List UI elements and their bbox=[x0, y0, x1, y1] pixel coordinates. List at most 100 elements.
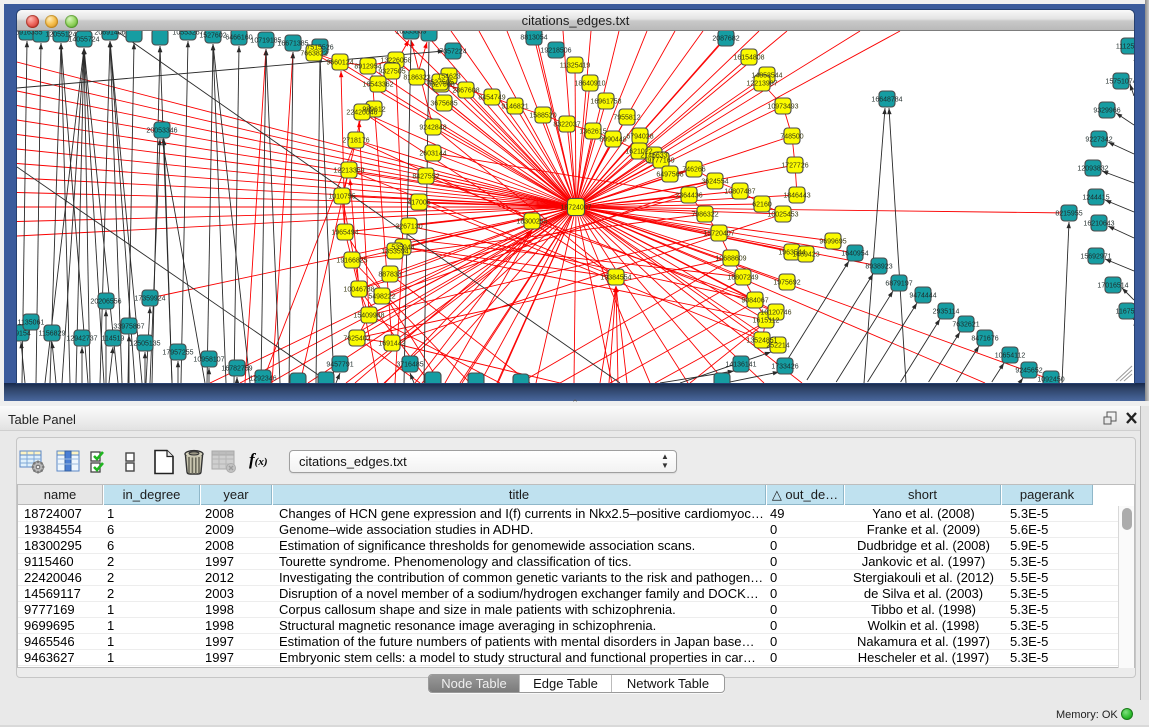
svg-text:2364436: 2364436 bbox=[675, 193, 702, 200]
svg-text:16782759: 16782759 bbox=[221, 366, 252, 373]
svg-text:5498222: 5498222 bbox=[368, 294, 395, 301]
svg-text:9699695: 9699695 bbox=[819, 239, 846, 246]
svg-text:1965494: 1965494 bbox=[331, 230, 358, 237]
svg-text:12213369: 12213369 bbox=[333, 168, 364, 175]
svg-text:16543362: 16543362 bbox=[362, 82, 393, 89]
svg-text:13226058: 13226058 bbox=[380, 58, 411, 65]
svg-text:16210643: 16210643 bbox=[1083, 221, 1114, 228]
svg-text:8427552: 8427552 bbox=[412, 174, 439, 181]
svg-text:9242848: 9242848 bbox=[419, 125, 446, 132]
svg-text:7632621: 7632621 bbox=[952, 322, 979, 329]
svg-text:1362615: 1362615 bbox=[579, 129, 606, 136]
svg-text:10958107: 10958107 bbox=[193, 357, 224, 364]
svg-text:8471676: 8471676 bbox=[971, 336, 998, 343]
svg-text:1727726: 1727726 bbox=[781, 163, 808, 170]
svg-text:1733426: 1733426 bbox=[771, 364, 798, 371]
svg-text:1092450: 1092450 bbox=[1037, 377, 1064, 384]
svg-text:22420046: 22420046 bbox=[346, 110, 377, 117]
svg-text:417006: 417006 bbox=[407, 200, 430, 207]
svg-text:8813054: 8813054 bbox=[520, 35, 547, 42]
svg-text:8215955: 8215955 bbox=[1055, 211, 1082, 218]
svg-text:1353594: 1353594 bbox=[381, 249, 408, 256]
svg-text:17016514: 17016514 bbox=[1097, 283, 1128, 290]
svg-text:16961758: 16961758 bbox=[590, 99, 621, 106]
svg-text:1846443: 1846443 bbox=[783, 193, 810, 200]
svg-text:18300295: 18300295 bbox=[516, 219, 547, 226]
svg-text:10807487: 10807487 bbox=[724, 189, 755, 196]
svg-text:746266: 746266 bbox=[682, 167, 705, 174]
svg-text:19166825: 19166825 bbox=[336, 258, 367, 265]
svg-text:20206556: 20206556 bbox=[90, 299, 121, 306]
svg-text:9227342: 9227342 bbox=[1085, 137, 1112, 144]
svg-text:6879197: 6879197 bbox=[885, 281, 912, 288]
svg-text:12093832: 12093832 bbox=[1077, 166, 1108, 173]
svg-text:9329966: 9329966 bbox=[1093, 108, 1120, 115]
svg-text:10973493: 10973493 bbox=[767, 104, 798, 111]
svg-text:15720407: 15720407 bbox=[703, 231, 734, 238]
svg-text:10046788: 10046788 bbox=[343, 287, 374, 294]
svg-text:116753: 116753 bbox=[1116, 309, 1134, 316]
svg-text:1112544: 1112544 bbox=[1116, 44, 1134, 51]
svg-text:9084067: 9084067 bbox=[741, 298, 768, 305]
svg-text:20053346: 20053346 bbox=[146, 128, 177, 135]
svg-text:8322037: 8322037 bbox=[553, 122, 580, 129]
svg-text:9457791: 9457791 bbox=[326, 362, 353, 369]
svg-text:33975867: 33975867 bbox=[113, 324, 144, 331]
svg-text:14055724: 14055724 bbox=[68, 37, 99, 44]
svg-text:14853544: 14853544 bbox=[751, 73, 782, 80]
svg-text:6794028: 6794028 bbox=[626, 134, 653, 141]
svg-text:10025453: 10025453 bbox=[767, 212, 798, 219]
svg-text:1489423: 1489423 bbox=[792, 252, 819, 259]
svg-text:7663822: 7663822 bbox=[300, 51, 327, 58]
svg-text:748500: 748500 bbox=[780, 134, 803, 141]
svg-text:10654112: 10654112 bbox=[995, 353, 1026, 360]
svg-text:8990448: 8990448 bbox=[599, 137, 626, 144]
svg-text:1135061: 1135061 bbox=[18, 320, 45, 327]
svg-text:9327505: 9327505 bbox=[378, 69, 405, 76]
svg-text:12213987: 12213987 bbox=[746, 81, 777, 88]
svg-text:7986322: 7986322 bbox=[691, 212, 718, 219]
svg-text:2087682: 2087682 bbox=[712, 36, 739, 43]
svg-text:9474444: 9474444 bbox=[909, 293, 936, 300]
svg-text:19218506: 19218506 bbox=[540, 48, 571, 55]
svg-text:14136141: 14136141 bbox=[725, 362, 756, 369]
svg-text:2867608: 2867608 bbox=[452, 88, 479, 95]
svg-text:887833: 887833 bbox=[378, 272, 401, 279]
svg-text:7357224: 7357224 bbox=[439, 49, 466, 56]
svg-text:114519: 114519 bbox=[102, 336, 125, 343]
svg-text:62160: 62160 bbox=[752, 202, 772, 209]
svg-text:1615112: 1615112 bbox=[753, 318, 780, 325]
svg-text:15692971: 15692971 bbox=[1080, 254, 1111, 261]
svg-text:11325419: 11325419 bbox=[560, 63, 591, 70]
svg-text:1292346: 1292346 bbox=[249, 376, 276, 383]
svg-text:1588520: 1588520 bbox=[529, 113, 556, 120]
svg-text:9777169: 9777169 bbox=[647, 158, 674, 165]
svg-text:3675685: 3675685 bbox=[430, 101, 457, 108]
svg-text:6497568: 6497568 bbox=[656, 172, 683, 179]
svg-text:17957255: 17957255 bbox=[162, 350, 193, 357]
svg-text:19384554: 19384554 bbox=[600, 275, 631, 282]
svg-text:15751074: 15751074 bbox=[1105, 79, 1134, 86]
svg-text:18640910: 18640910 bbox=[574, 81, 605, 88]
svg-text:9146821: 9146821 bbox=[501, 104, 528, 111]
svg-text:3716485: 3716485 bbox=[396, 362, 423, 369]
svg-text:16033809: 16033809 bbox=[395, 31, 426, 36]
svg-text:3624554: 3624554 bbox=[701, 179, 728, 186]
svg-text:3267130: 3267130 bbox=[395, 224, 422, 231]
svg-text:1156829: 1156829 bbox=[39, 331, 66, 338]
svg-text:16671385: 16671385 bbox=[277, 41, 308, 48]
svg-text:8938923: 8938923 bbox=[865, 264, 892, 271]
svg-text:17359924: 17359924 bbox=[134, 296, 165, 303]
svg-text:1244415: 1244415 bbox=[1082, 195, 1109, 202]
svg-text:18916355: 18916355 bbox=[17, 31, 43, 37]
svg-text:2718176: 2718176 bbox=[342, 138, 369, 145]
svg-text:7625402: 7625402 bbox=[343, 336, 370, 343]
svg-text:9527505: 9527505 bbox=[426, 80, 453, 87]
svg-text:2603144: 2603144 bbox=[419, 151, 446, 158]
svg-text:1640954: 1640954 bbox=[841, 251, 868, 258]
svg-text:6466160: 6466160 bbox=[225, 35, 252, 42]
svg-text:18724007: 18724007 bbox=[560, 205, 591, 212]
svg-text:12505135: 12505135 bbox=[129, 341, 160, 348]
svg-text:10120746: 10120746 bbox=[760, 310, 791, 317]
svg-text:18807249: 18807249 bbox=[727, 275, 758, 282]
